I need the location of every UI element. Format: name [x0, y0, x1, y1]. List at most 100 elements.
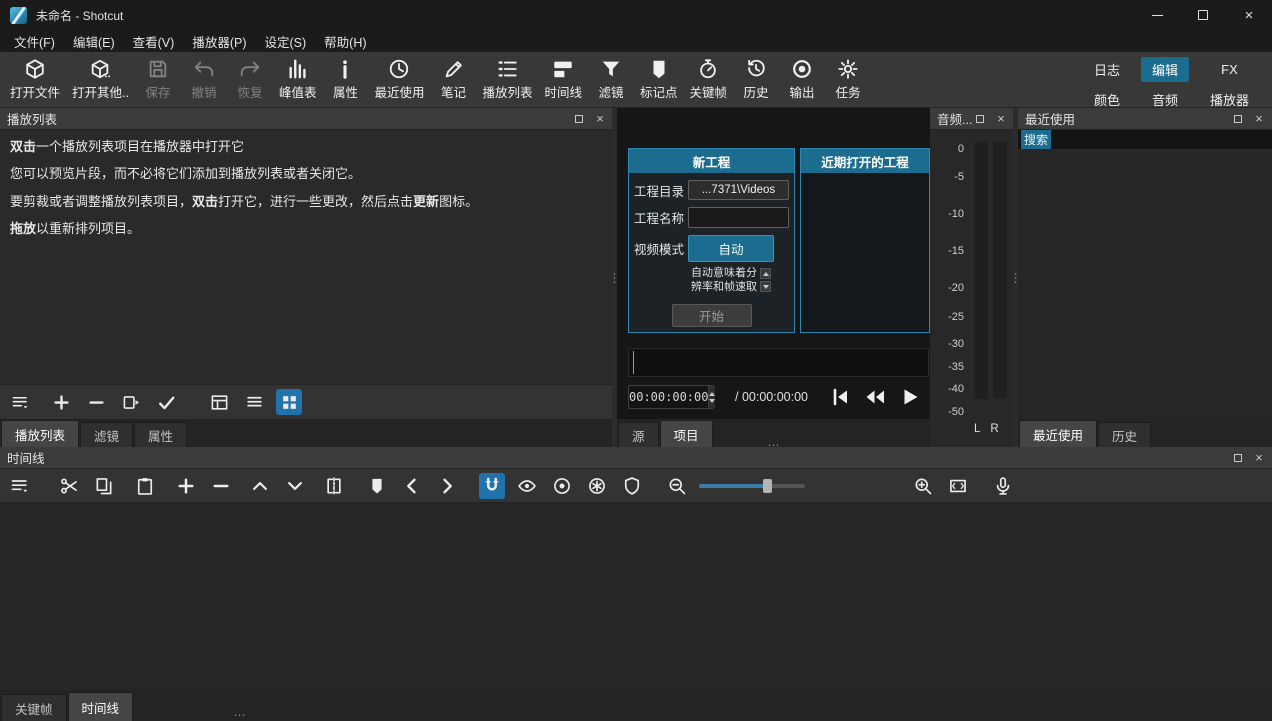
menu-item-6[interactable]: 帮助(H)	[315, 30, 375, 53]
recent-search-input[interactable]: 搜索	[1018, 130, 1272, 150]
copy-button[interactable]	[91, 473, 117, 499]
overwrite-button[interactable]	[282, 473, 308, 499]
output-button[interactable]: 输出	[779, 55, 825, 104]
minimize-button[interactable]	[1134, 0, 1180, 30]
view-tiles-button[interactable]	[241, 389, 267, 415]
seek-bar[interactable]	[628, 348, 929, 377]
next-marker-button[interactable]	[434, 473, 460, 499]
update-playlist-item-button[interactable]	[118, 389, 144, 415]
redo-button[interactable]: 恢复	[227, 55, 273, 104]
playlist-tab-properties[interactable]: 属性	[134, 422, 187, 447]
menu-item-5[interactable]: 设定(S)	[255, 30, 315, 53]
recent-tab-recent[interactable]: 最近使用	[1019, 420, 1097, 447]
close-panel-button[interactable]: ×	[1253, 452, 1265, 464]
playlist-tab-playlist[interactable]: 播放列表	[1, 420, 79, 447]
add-source-to-playlist-button[interactable]	[153, 389, 179, 415]
new-project-box: 新工程 工程目录 ...7371\Videos 工程名称 视频模式 自动 自动意…	[628, 148, 795, 333]
ripple-delete-button[interactable]	[208, 473, 234, 499]
timeline-zoom-slider[interactable]	[699, 473, 805, 499]
play-button[interactable]	[898, 385, 922, 409]
layout-edit-button[interactable]: 编辑	[1141, 57, 1189, 82]
float-panel-button[interactable]	[1232, 452, 1244, 464]
remove-from-playlist-button[interactable]	[83, 389, 109, 415]
playlist-tab-filters[interactable]: 滤镜	[80, 422, 133, 447]
layout-log-button[interactable]: 日志	[1083, 57, 1131, 82]
triangle-up-icon	[763, 272, 769, 276]
undo-button[interactable]: 撤销	[181, 55, 227, 104]
dock-splitter-handle[interactable]: ⋯	[620, 442, 928, 448]
playlist-button[interactable]: 播放列表	[477, 55, 539, 104]
maximize-button[interactable]	[1180, 0, 1226, 30]
peak-meter-button[interactable]: 峰值表	[273, 55, 323, 104]
recent-tab-history[interactable]: 历史	[1098, 422, 1151, 447]
start-button[interactable]: 开始	[672, 304, 752, 327]
menu-item-2[interactable]: 编辑(E)	[64, 30, 124, 53]
close-panel-button[interactable]: ×	[594, 113, 606, 125]
float-panel-button[interactable]	[1232, 113, 1244, 125]
plus-icon	[176, 476, 196, 496]
cut-button[interactable]	[56, 473, 82, 499]
zoom-in-button[interactable]	[910, 473, 936, 499]
meter-strip-right	[993, 142, 1007, 399]
timeline-button[interactable]: 时间线	[539, 55, 589, 104]
recent-list[interactable]	[1018, 150, 1272, 419]
previous-marker-button[interactable]	[399, 473, 425, 499]
record-audio-button[interactable]	[990, 473, 1016, 499]
filters-button[interactable]: 滤镜	[588, 55, 634, 104]
open-file-button[interactable]: 打开文件	[4, 55, 66, 104]
menu-item-3[interactable]: 查看(V)	[124, 30, 184, 53]
timeline-menu-button[interactable]	[7, 473, 33, 499]
timecode-spinbox[interactable]: 00:00:00:00	[628, 385, 714, 409]
scrub-while-dragging-button[interactable]	[514, 473, 540, 499]
float-panel-button[interactable]	[974, 113, 986, 125]
append-button[interactable]	[173, 473, 199, 499]
markers-button[interactable]: 标记点	[634, 55, 684, 104]
paste-button[interactable]	[132, 473, 158, 499]
layout-fx-button[interactable]: FX	[1210, 59, 1249, 80]
close-panel-button[interactable]: ×	[1253, 113, 1265, 125]
zoom-out-button[interactable]	[664, 473, 690, 499]
snap-button[interactable]	[479, 473, 505, 499]
timeline-tab-keyframes[interactable]: 关键帧	[1, 694, 67, 721]
keyframes-button[interactable]: 关键帧	[684, 55, 734, 104]
open-other-button[interactable]: 打开其他..	[66, 55, 135, 104]
ripple-button[interactable]	[549, 473, 575, 499]
close-window-button[interactable]: ×	[1226, 0, 1272, 30]
note-scrollbar	[760, 268, 771, 292]
timeline-tracks-area[interactable]	[0, 503, 1272, 690]
dock-splitter-handle[interactable]: ⋯	[210, 712, 270, 718]
scroll-up-button[interactable]	[760, 268, 771, 279]
lift-button[interactable]	[247, 473, 273, 499]
menu-item-1[interactable]: 文件(F)	[5, 30, 64, 53]
scroll-down-button[interactable]	[760, 281, 771, 292]
properties-button[interactable]: 属性	[322, 55, 368, 104]
create-marker-button[interactable]	[364, 473, 390, 499]
project-name-input[interactable]	[688, 207, 789, 228]
rewind-button[interactable]	[863, 385, 887, 409]
menu-bar: 文件(F)编辑(E)查看(V)播放器(P)设定(S)帮助(H)	[0, 30, 1272, 52]
append-to-playlist-button[interactable]	[48, 389, 74, 415]
window-controls: ×	[1134, 0, 1272, 30]
project-folder-button[interactable]: ...7371\Videos	[688, 180, 789, 200]
jobs-button[interactable]: 任务	[825, 55, 871, 104]
split-button[interactable]	[321, 473, 347, 499]
view-icons-button[interactable]	[276, 389, 302, 415]
timeline-panel-header: 时间线 ×	[0, 447, 1272, 469]
history-button[interactable]: 历史	[733, 55, 779, 104]
playlist-menu-button[interactable]	[7, 389, 33, 415]
timeline-tab-timeline[interactable]: 时间线	[68, 692, 134, 721]
save-button[interactable]: 保存	[135, 55, 181, 104]
recent-button[interactable]: 最近使用	[368, 55, 430, 104]
close-panel-button[interactable]: ×	[995, 113, 1007, 125]
zoom-slider-handle[interactable]	[763, 479, 772, 493]
ripple-markers-button[interactable]	[619, 473, 645, 499]
notes-button[interactable]: 笔记	[431, 55, 477, 104]
view-details-button[interactable]	[206, 389, 232, 415]
video-mode-button[interactable]: 自动	[688, 235, 774, 262]
float-panel-button[interactable]	[573, 113, 585, 125]
timecode-spin-buttons[interactable]	[708, 386, 715, 408]
skip-to-start-button[interactable]	[828, 385, 852, 409]
zoom-fit-button[interactable]	[945, 473, 971, 499]
ripple-all-tracks-button[interactable]	[584, 473, 610, 499]
menu-item-4[interactable]: 播放器(P)	[183, 30, 255, 53]
